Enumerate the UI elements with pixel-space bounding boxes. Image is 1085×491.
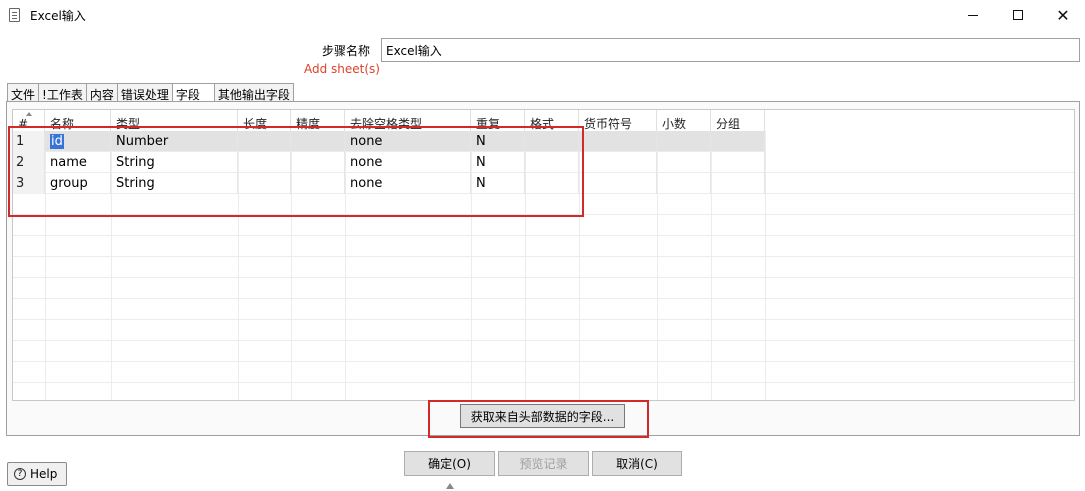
cell-currency[interactable] [579,173,657,194]
annotation-box-fields [8,126,584,217]
column-header-group[interactable]: 分组 [711,110,765,131]
cell-currency[interactable] [579,152,657,173]
close-icon: ✕ [1056,5,1070,25]
preview-button[interactable]: 预览记录 [498,451,589,476]
step-name-input[interactable] [381,38,1080,62]
minimize-button[interactable] [950,0,996,30]
cell-decimal[interactable] [657,131,711,152]
empty-row [13,299,1074,320]
maximize-icon [1013,10,1023,20]
tab-file[interactable]: 文件 [7,83,40,102]
empty-row [13,320,1074,341]
tab-content[interactable]: 内容 [85,83,118,102]
ok-button[interactable]: 确定(O) [404,451,495,476]
cell-decimal[interactable] [657,173,711,194]
cell-group[interactable] [711,173,765,194]
empty-row [13,215,1074,236]
help-label: Help [30,467,58,481]
window-title: Excel输入 [30,9,86,23]
annotation-box-get-fields [428,400,649,438]
empty-row [13,383,1074,400]
cell-group[interactable] [711,152,765,173]
cell-group[interactable] [711,131,765,152]
tab-fields[interactable]: 字段 [171,83,215,103]
mouse-cursor-icon [446,483,454,489]
tab-sheets[interactable]: !工作表 [38,83,87,102]
empty-row [13,278,1074,299]
sort-up-icon [26,112,32,116]
help-button[interactable]: ? Help [7,462,67,486]
cell-currency[interactable] [579,131,657,152]
column-header-decimal[interactable]: 小数 [657,110,711,131]
empty-row [13,341,1074,362]
cell-decimal[interactable] [657,152,711,173]
tab-additional-output-fields[interactable]: 其他输出字段 [213,83,294,102]
help-icon: ? [14,468,26,480]
title-bar: Excel输入 ✕ [0,0,1085,30]
step-name-label: 步骤名称 [322,44,371,58]
empty-row [13,257,1074,278]
close-button[interactable]: ✕ [1040,0,1085,30]
tab-bar: 文件 !工作表 内容 错误处理 字段 其他输出字段 [7,83,294,103]
empty-row [13,236,1074,257]
add-sheet-link[interactable]: Add sheet(s) [304,62,380,76]
maximize-button[interactable] [995,0,1041,30]
tab-error-handling[interactable]: 错误处理 [116,83,173,102]
minimize-icon [968,14,978,16]
document-icon [9,8,20,22]
empty-row [13,362,1074,383]
column-header-currency[interactable]: 货币符号 [579,110,657,131]
cancel-button[interactable]: 取消(C) [592,451,682,476]
